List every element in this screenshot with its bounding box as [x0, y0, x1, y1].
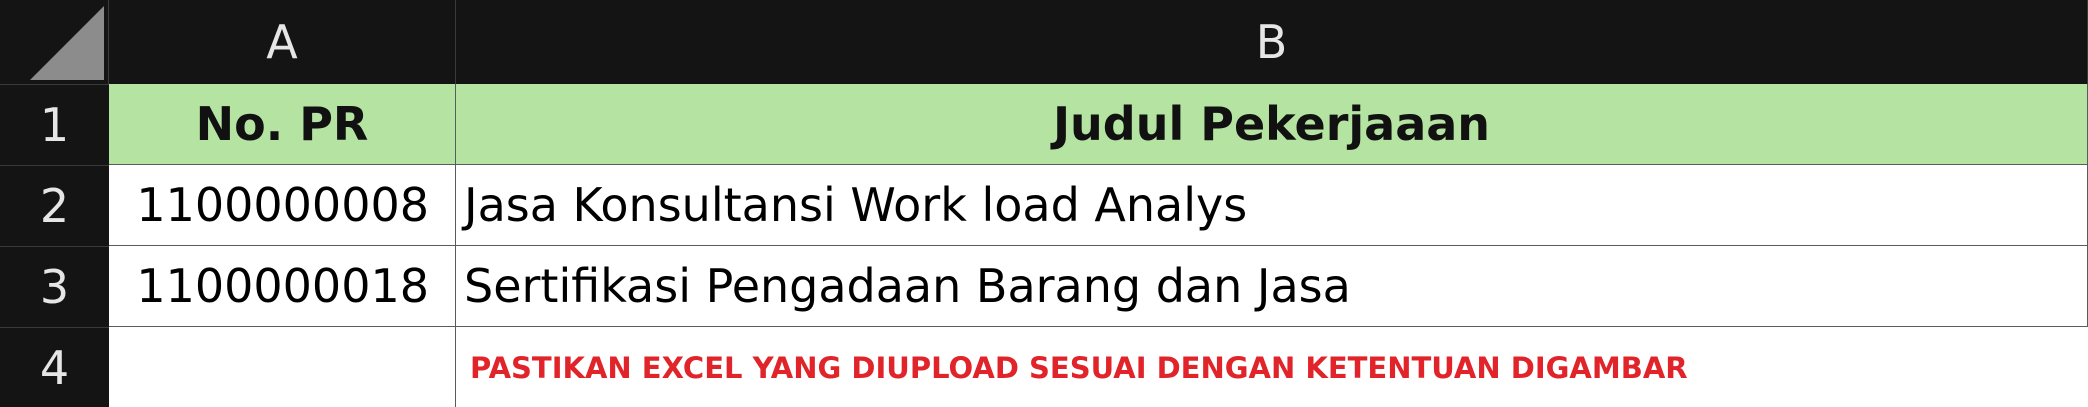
spreadsheet-grid: A B 1 No. PR Judul Pekerjaaan 2 11000000… [0, 0, 2088, 407]
cell-a3[interactable]: 1100000018 [109, 246, 456, 327]
cell-b1-header-judul[interactable]: Judul Pekerjaaan [456, 84, 2088, 165]
select-all-triangle-icon [30, 6, 104, 80]
select-all-corner[interactable] [0, 0, 109, 84]
cell-b2[interactable]: Jasa Konsultansi Work load Analys [456, 165, 2088, 246]
cell-a4[interactable] [109, 327, 456, 407]
cell-a2[interactable]: 1100000008 [109, 165, 456, 246]
cell-b3[interactable]: Sertifikasi Pengadaan Barang dan Jasa [456, 246, 2088, 327]
cell-b4-upload-note[interactable]: PASTIKAN EXCEL YANG DIUPLOAD SESUAI DENG… [456, 327, 2088, 407]
row-header-2[interactable]: 2 [0, 165, 109, 246]
column-header-b[interactable]: B [456, 0, 2088, 84]
row-header-3[interactable]: 3 [0, 246, 109, 327]
row-header-1[interactable]: 1 [0, 84, 109, 165]
cell-a1-header-no-pr[interactable]: No. PR [109, 84, 456, 165]
column-header-a[interactable]: A [109, 0, 456, 84]
row-header-4[interactable]: 4 [0, 327, 109, 407]
